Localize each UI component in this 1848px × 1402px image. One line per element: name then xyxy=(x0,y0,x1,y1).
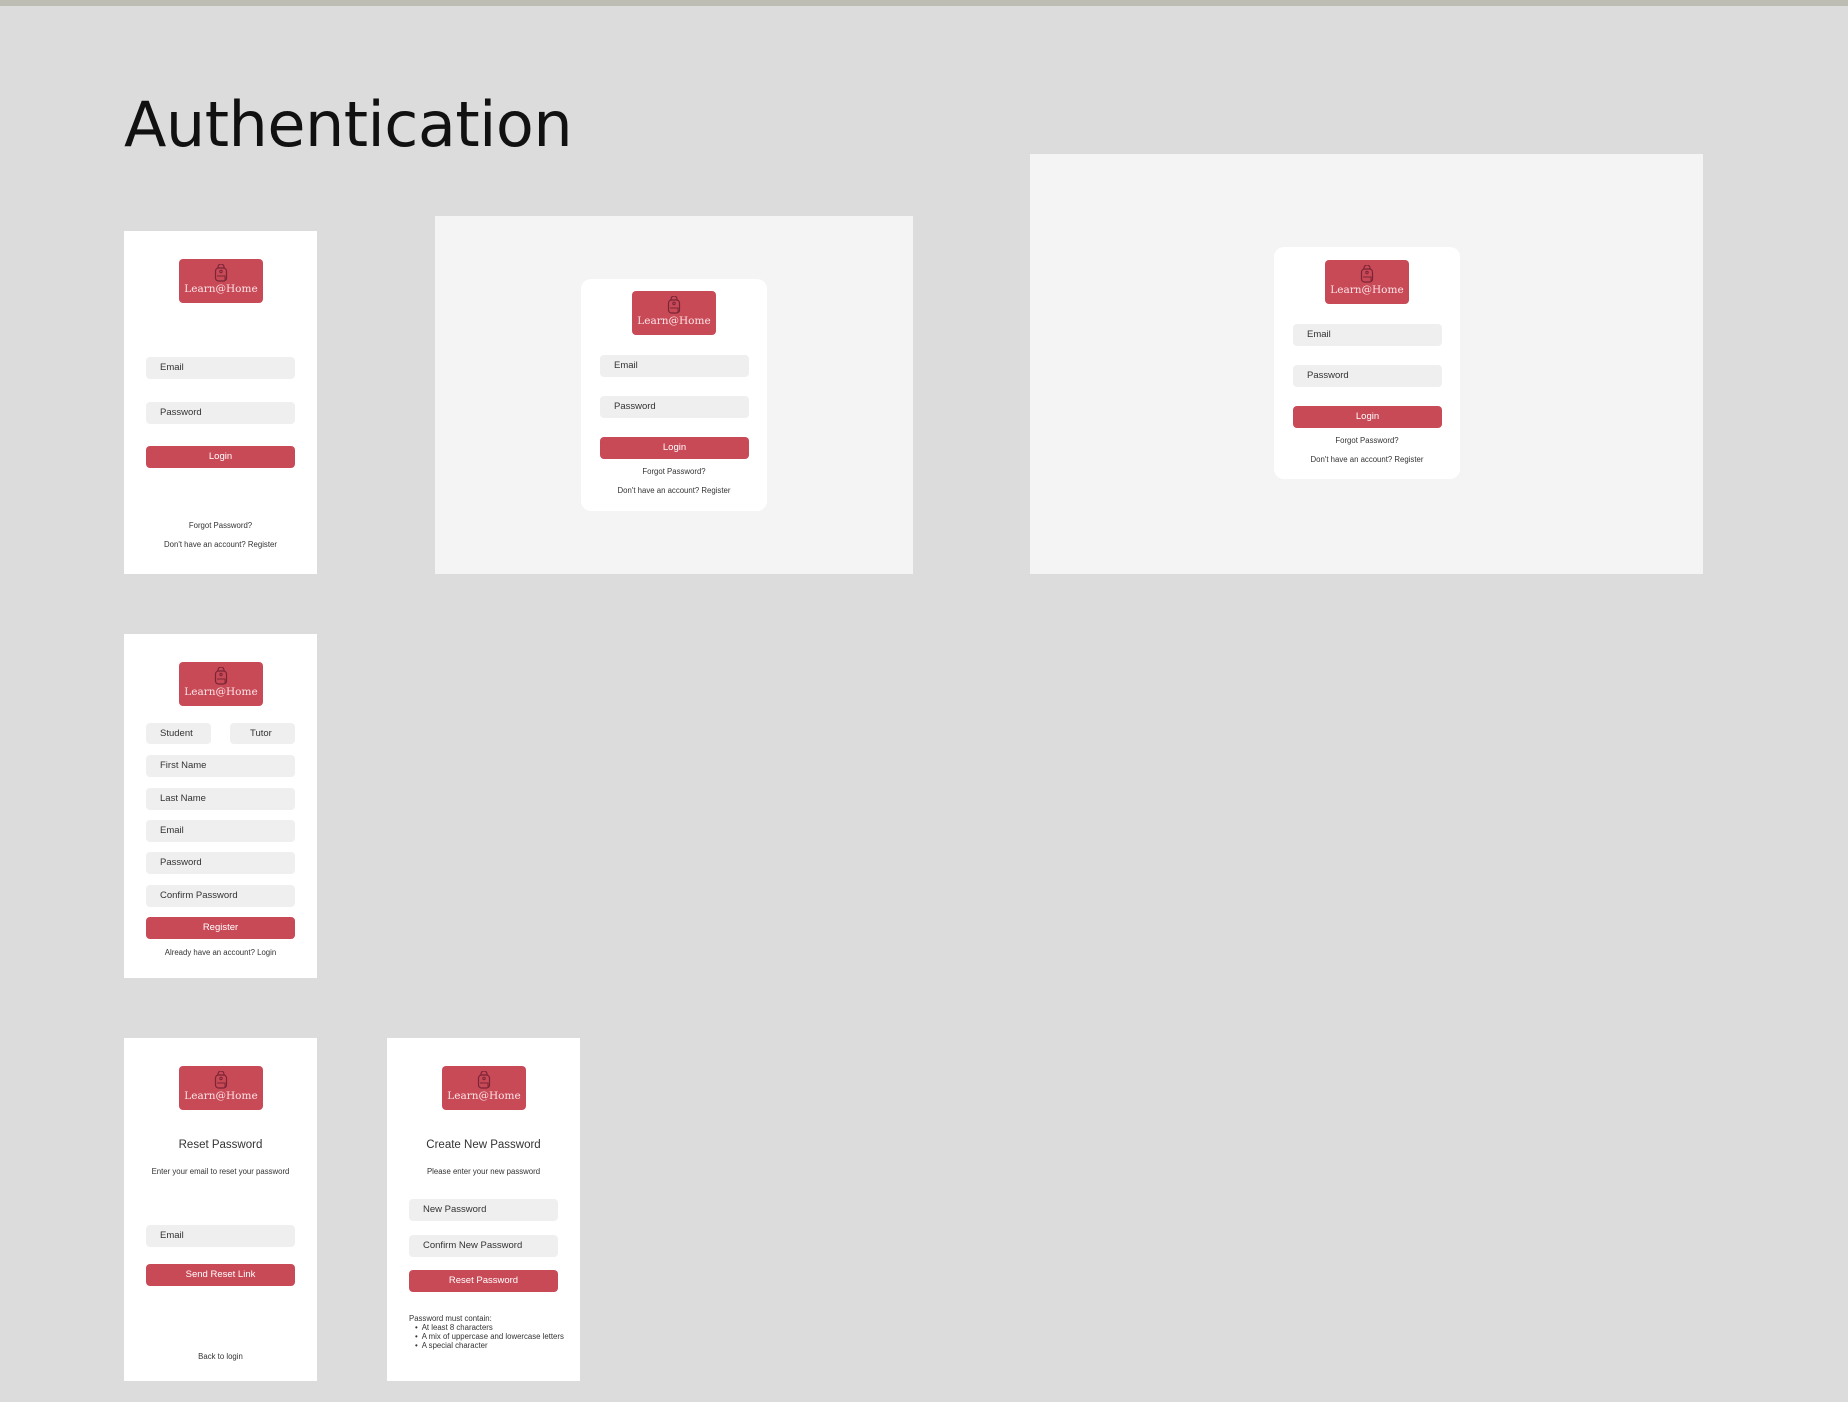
rules-title: Password must contain: xyxy=(409,1314,492,1323)
tutor-toggle[interactable]: Tutor xyxy=(230,723,295,744)
rule-item: A mix of uppercase and lowercase letters xyxy=(409,1332,564,1341)
register-button[interactable]: Register xyxy=(146,917,295,939)
brand-logo: Learn@Home xyxy=(179,259,263,303)
brand-name: Learn@Home xyxy=(184,686,258,698)
confirm-new-password-input[interactable]: Confirm New Password xyxy=(409,1235,558,1257)
login-button[interactable]: Login xyxy=(600,437,749,459)
brand-logo: Learn@Home xyxy=(632,291,716,335)
forgot-password-link[interactable]: Forgot Password? xyxy=(124,521,317,530)
confirm-password-input[interactable]: Confirm Password xyxy=(146,885,295,907)
register-link[interactable]: Don't have an account? Register xyxy=(1274,455,1460,464)
password-input[interactable]: Password xyxy=(1293,365,1442,387)
reset-password-button[interactable]: Reset Password xyxy=(409,1270,558,1292)
create-password-frame: Learn@Home Create New Password Please en… xyxy=(387,1038,580,1381)
brand-logo: Learn@Home xyxy=(1325,260,1409,304)
create-subtitle: Please enter your new password xyxy=(426,1167,541,1176)
reset-subtitle: Enter your email to reset your password xyxy=(151,1167,290,1176)
tablet-login-frame: Learn@Home Email Password Login Forgot P… xyxy=(435,216,913,574)
backpack-icon xyxy=(214,264,228,282)
back-to-login-link[interactable]: Back to login xyxy=(124,1352,317,1361)
brand-name: Learn@Home xyxy=(1330,284,1404,296)
new-password-input[interactable]: New Password xyxy=(409,1199,558,1221)
password-input[interactable]: Password xyxy=(146,852,295,874)
forgot-password-link[interactable]: Forgot Password? xyxy=(581,467,767,476)
rule-item: At least 8 characters xyxy=(409,1323,564,1332)
mobile-login-frame: Learn@Home Email Password Login Forgot P… xyxy=(124,231,317,574)
desktop-login-frame: Learn@Home Email Password Login Forgot P… xyxy=(1030,154,1703,574)
password-rules: Password must contain: At least 8 charac… xyxy=(409,1314,564,1350)
register-frame: Learn@Home Student Tutor First Name Last… xyxy=(124,634,317,978)
brand-logo: Learn@Home xyxy=(442,1066,526,1110)
email-input[interactable]: Email xyxy=(146,357,295,379)
backpack-icon xyxy=(1360,265,1374,283)
backpack-icon xyxy=(214,1071,228,1089)
password-input[interactable]: Password xyxy=(600,396,749,418)
student-toggle[interactable]: Student xyxy=(146,723,211,744)
login-card: Learn@Home Email Password Login Forgot P… xyxy=(581,279,767,511)
backpack-icon xyxy=(477,1071,491,1089)
reset-password-frame: Learn@Home Reset Password Enter your ema… xyxy=(124,1038,317,1381)
brand-name: Learn@Home xyxy=(184,1090,258,1102)
rule-item: A special character xyxy=(409,1341,564,1350)
last-name-input[interactable]: Last Name xyxy=(146,788,295,810)
brand-logo: Learn@Home xyxy=(179,662,263,706)
login-button[interactable]: Login xyxy=(146,446,295,468)
page-title: Authentication xyxy=(124,88,573,161)
password-input[interactable]: Password xyxy=(146,402,295,424)
send-reset-link-button[interactable]: Send Reset Link xyxy=(146,1264,295,1286)
brand-name: Learn@Home xyxy=(447,1090,521,1102)
brand-logo: Learn@Home xyxy=(179,1066,263,1110)
backpack-icon xyxy=(214,667,228,685)
email-input[interactable]: Email xyxy=(600,355,749,377)
create-title: Create New Password xyxy=(426,1139,541,1151)
reset-title: Reset Password xyxy=(178,1139,263,1151)
email-input[interactable]: Email xyxy=(146,1225,295,1247)
backpack-icon xyxy=(667,296,681,314)
brand-name: Learn@Home xyxy=(637,315,711,327)
email-input[interactable]: Email xyxy=(1293,324,1442,346)
register-link[interactable]: Don't have an account? Register xyxy=(581,486,767,495)
first-name-input[interactable]: First Name xyxy=(146,755,295,777)
email-input[interactable]: Email xyxy=(146,820,295,842)
login-card: Learn@Home Email Password Login Forgot P… xyxy=(1274,247,1460,479)
register-link[interactable]: Don't have an account? Register xyxy=(124,540,317,549)
top-bar xyxy=(0,0,1848,6)
forgot-password-link[interactable]: Forgot Password? xyxy=(1274,436,1460,445)
login-button[interactable]: Login xyxy=(1293,406,1442,428)
brand-name: Learn@Home xyxy=(184,283,258,295)
login-link[interactable]: Already have an account? Login xyxy=(124,948,317,957)
